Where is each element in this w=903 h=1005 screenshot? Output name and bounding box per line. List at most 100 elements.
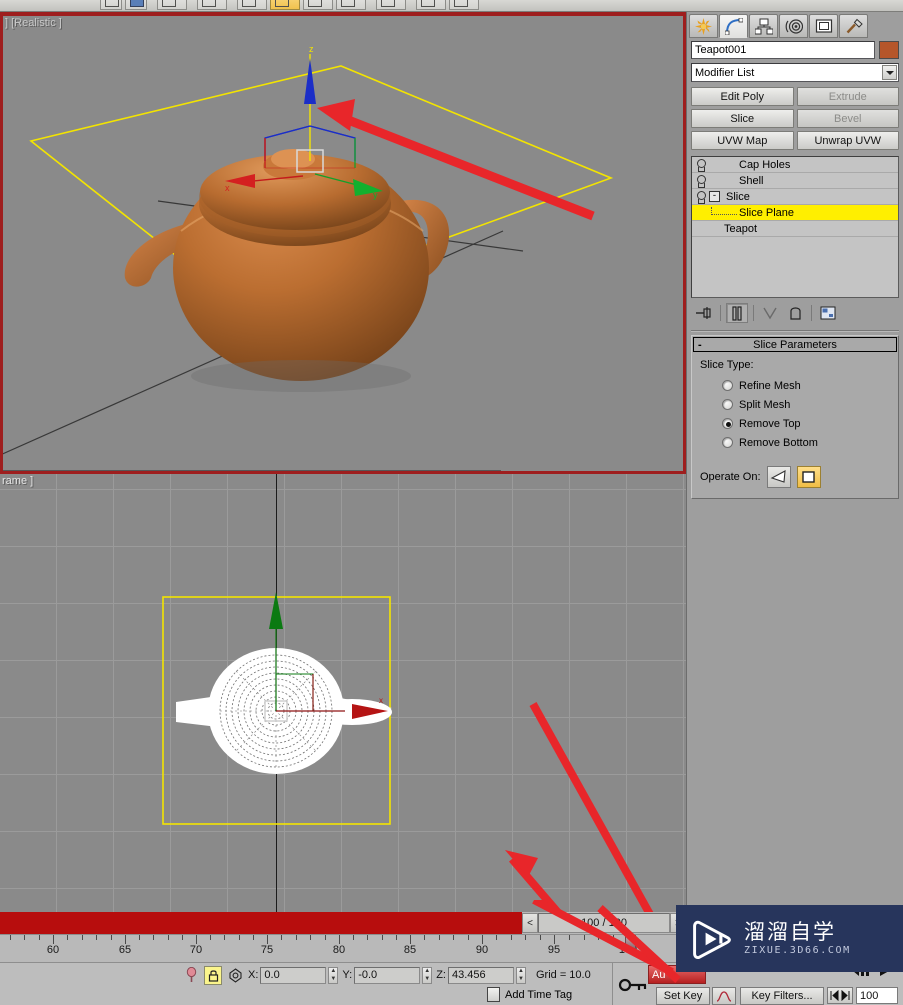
- stack-item-label: Slice: [726, 190, 750, 203]
- toolbar-button-8[interactable]: [336, 0, 366, 10]
- z-spinner[interactable]: ▲ ▼: [515, 966, 526, 984]
- edit-poly-button[interactable]: Edit Poly: [691, 87, 794, 106]
- active-time-segment[interactable]: [0, 912, 522, 934]
- key-curve-icon[interactable]: [712, 987, 736, 1005]
- faces-icon[interactable]: [766, 466, 791, 488]
- light-bulb-icon[interactable]: [694, 190, 707, 204]
- set-key-button[interactable]: Set Key: [656, 987, 710, 1005]
- toolbar-button-1[interactable]: [100, 0, 122, 10]
- key-mode-icon[interactable]: [618, 977, 648, 993]
- chevron-down-icon[interactable]: [882, 65, 897, 80]
- radio-split-mesh[interactable]: Split Mesh: [700, 395, 890, 414]
- show-end-result-icon[interactable]: [726, 303, 748, 323]
- stack-item-shell[interactable]: Shell: [692, 173, 898, 189]
- polygons-icon[interactable]: [796, 466, 821, 488]
- radio-remove-top[interactable]: Remove Top: [700, 414, 890, 433]
- frame-navigator: < 100 / 100 >: [522, 913, 686, 933]
- radio-button-icon[interactable]: [722, 418, 733, 429]
- ruler-tick-minor: [438, 935, 440, 940]
- stack-empty-area[interactable]: [692, 237, 898, 297]
- uvw-map-button[interactable]: UVW Map: [691, 131, 794, 150]
- modifier-stack[interactable]: Cap Holes Shell - Slice Slice Plane Teap…: [691, 156, 899, 298]
- utilities-tab[interactable]: [839, 14, 868, 38]
- time-slider-handle[interactable]: [625, 935, 636, 949]
- toolbar-button-6-active[interactable]: [270, 0, 300, 10]
- unwrap-uvw-button[interactable]: Unwrap UVW: [796, 131, 899, 150]
- y-spinner[interactable]: ▲ ▼: [422, 966, 433, 984]
- current-frame-field[interactable]: 100: [856, 987, 898, 1004]
- ruler-tick-minor: [496, 935, 498, 940]
- command-panel-tabs: [687, 12, 903, 38]
- ruler-tick-major: [410, 935, 411, 944]
- lock-icon[interactable]: [204, 965, 222, 985]
- x-coordinate-group: X: 0.0 ▲ ▼: [248, 966, 339, 984]
- object-color-swatch[interactable]: [879, 41, 899, 59]
- make-unique-icon[interactable]: [759, 303, 781, 323]
- x-spinner[interactable]: ▲ ▼: [328, 966, 339, 984]
- toolbar-button-9[interactable]: [376, 0, 406, 10]
- x-coordinate-field[interactable]: 0.0: [260, 966, 327, 984]
- star-icon: [695, 17, 712, 35]
- stack-item-slice-plane[interactable]: Slice Plane: [692, 205, 898, 221]
- perspective-viewport[interactable]: ] [Realistic ] z x y: [0, 12, 686, 474]
- absolute-relative-icon[interactable]: [226, 966, 244, 985]
- frame-readout[interactable]: 100 / 100: [538, 913, 670, 933]
- radio-label: Remove Bottom: [739, 436, 818, 449]
- z-coordinate-field[interactable]: 43.456: [447, 966, 514, 984]
- ruler-tick-minor: [224, 935, 226, 940]
- top-viewport-label: rame ]: [2, 475, 34, 487]
- display-tab[interactable]: [809, 14, 838, 38]
- y-coordinate-field[interactable]: -0.0: [354, 966, 421, 984]
- prev-frame-button[interactable]: <: [522, 913, 538, 933]
- radio-button-icon[interactable]: [722, 399, 733, 410]
- create-tab[interactable]: [689, 14, 718, 38]
- toolbar-button-5[interactable]: [237, 0, 267, 10]
- key-filters-button[interactable]: Key Filters...: [740, 987, 824, 1005]
- collapse-expander-icon[interactable]: -: [709, 191, 720, 202]
- ruler-tick-minor: [310, 935, 312, 940]
- ruler-tick-minor: [167, 935, 169, 940]
- slice-button[interactable]: Slice: [691, 109, 794, 128]
- toolbar-button-10[interactable]: [416, 0, 446, 10]
- pin-stack-icon[interactable]: [693, 303, 715, 323]
- main-toolbar[interactable]: [0, 0, 903, 12]
- slice-parameters-header[interactable]: - Slice Parameters: [693, 337, 897, 352]
- radio-button-icon[interactable]: [722, 380, 733, 391]
- toolbar-button-7[interactable]: [303, 0, 333, 10]
- command-panel-body: Teapot001 Modifier List Edit Poly Extrud…: [687, 38, 903, 499]
- rollout-collapse-icon[interactable]: -: [698, 339, 702, 351]
- configure-modifier-sets-icon[interactable]: [817, 303, 839, 323]
- motion-tab[interactable]: [779, 14, 808, 38]
- time-tag-icon[interactable]: [487, 987, 500, 1002]
- radio-button-icon[interactable]: [722, 437, 733, 448]
- top-viewport[interactable]: rame ] x: [0, 474, 686, 962]
- grid-readout: Grid = 10.0: [535, 969, 591, 981]
- track-bar[interactable]: < 100 / 100 >: [0, 912, 686, 934]
- stack-item-cap-holes[interactable]: Cap Holes: [692, 157, 898, 173]
- radio-refine-mesh[interactable]: Refine Mesh: [700, 376, 890, 395]
- light-bulb-icon[interactable]: [694, 174, 707, 188]
- stack-item-teapot[interactable]: Teapot: [692, 221, 898, 237]
- toolbar-button-11[interactable]: [449, 0, 479, 10]
- modify-tab[interactable]: [719, 14, 748, 38]
- selection-lock-icon[interactable]: [182, 966, 200, 985]
- toolbar-button-4[interactable]: [197, 0, 227, 10]
- stack-item-label: Cap Holes: [739, 158, 791, 171]
- ruler-tick-minor: [139, 935, 141, 940]
- ruler-tick-minor: [395, 935, 397, 940]
- modifier-list-dropdown[interactable]: Modifier List: [691, 63, 899, 82]
- ruler-tick-minor: [525, 935, 527, 940]
- toolbar-button-3[interactable]: [157, 0, 187, 10]
- hierarchy-tab[interactable]: [749, 14, 778, 38]
- stack-item-slice[interactable]: - Slice: [692, 189, 898, 205]
- remove-modifier-icon[interactable]: [784, 303, 806, 323]
- ruler-tick-minor: [181, 935, 183, 940]
- ruler-tick-label: 90: [475, 944, 489, 956]
- timeline-ruler[interactable]: 60 65 70 75 80 85 90 95 100: [0, 934, 686, 962]
- add-time-tag-row[interactable]: Add Time Tag: [487, 987, 572, 1002]
- radio-remove-bottom[interactable]: Remove Bottom: [700, 433, 890, 452]
- object-name-field[interactable]: Teapot001: [691, 41, 875, 59]
- goto-start-end-button[interactable]: [827, 987, 853, 1004]
- toolbar-button-2[interactable]: [125, 0, 147, 10]
- light-bulb-icon[interactable]: [694, 158, 707, 172]
